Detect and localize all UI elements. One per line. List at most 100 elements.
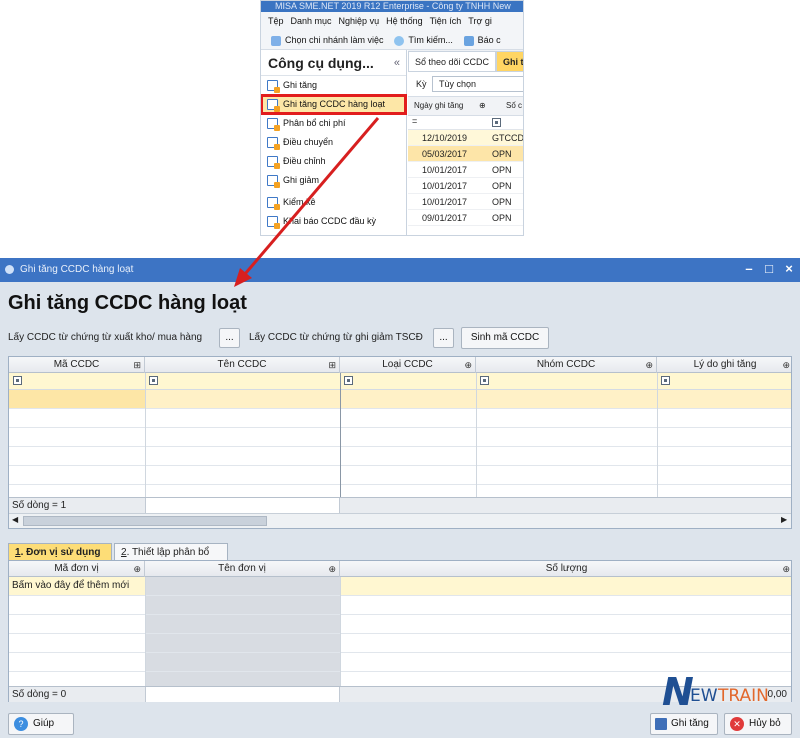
- col-number[interactable]: Số c: [506, 97, 522, 115]
- maximize-icon[interactable]: □: [762, 261, 776, 276]
- col-label: Loại CCDC: [382, 359, 433, 370]
- scroll-left-icon[interactable]: ◀: [12, 515, 18, 524]
- col-ten-don-vi[interactable]: Tên đơn vị ⊕: [145, 561, 340, 577]
- tab-so-theo-doi[interactable]: Sổ theo dõi CCDC: [408, 51, 497, 71]
- document-icon: [267, 156, 280, 169]
- menu-file[interactable]: Tệp: [268, 12, 284, 30]
- col-divider: [476, 373, 477, 497]
- nav-label: Ghi tăng: [283, 80, 318, 90]
- col-ly-do[interactable]: Lý do ghi tăng ⊕: [657, 357, 793, 373]
- col-date[interactable]: Ngày ghi tăng: [414, 97, 463, 115]
- scroll-right-icon[interactable]: ▶: [781, 515, 787, 524]
- from-reduce-button[interactable]: ...: [433, 328, 454, 348]
- tab-ghi-tang[interactable]: Ghi t: [496, 51, 523, 71]
- voucher-row[interactable]: 09/01/2017 OPN: [408, 210, 523, 226]
- period-select[interactable]: Tùy chọn: [432, 76, 523, 92]
- cell-ma-ccdc[interactable]: [9, 390, 145, 408]
- menu-help[interactable]: Trợ gi: [468, 12, 492, 30]
- nav-dieu-chinh[interactable]: Điều chỉnh: [261, 152, 406, 171]
- save-label: Ghi tăng: [671, 718, 709, 729]
- cancel-button[interactable]: ✕ Hủy bỏ: [724, 713, 792, 735]
- window-icon: [5, 265, 14, 274]
- document-icon: [267, 175, 280, 188]
- page-title: Ghi tăng CCDC hàng loạt: [8, 292, 247, 314]
- save-button[interactable]: Ghi tăng: [650, 713, 718, 735]
- nav-ghi-tang-hang-loat[interactable]: Ghi tăng CCDC hàng loạt: [261, 94, 407, 115]
- cell-date: 12/10/2019: [422, 133, 468, 143]
- ccdc-row[interactable]: [9, 409, 791, 428]
- add-new-row[interactable]: Bấm vào đây để thêm mới: [9, 577, 791, 596]
- col-label: Nhóm CCDC: [536, 359, 596, 370]
- col-ten-ccdc[interactable]: Tên CCDC ⊞: [145, 357, 340, 373]
- voucher-row[interactable]: 05/03/2017 OPN: [408, 146, 523, 162]
- menu-operations[interactable]: Nghiệp vụ: [339, 12, 380, 30]
- app-title-bar: MISA SME.NET 2019 R12 Enterprise - Công …: [261, 1, 523, 12]
- from-export-button[interactable]: ...: [219, 328, 240, 348]
- nav-ghi-giam[interactable]: Ghi giảm: [261, 171, 406, 190]
- period-row: Kỳ Tùy chọn: [408, 72, 523, 96]
- menu-system[interactable]: Hệ thống: [386, 12, 423, 30]
- horizontal-scrollbar[interactable]: ◀ ▶: [9, 513, 791, 528]
- filter-icon[interactable]: [13, 376, 22, 385]
- nav-khai-bao[interactable]: Khai báo CCDC đầu kỳ: [261, 212, 406, 231]
- ccdc-row[interactable]: [9, 428, 791, 447]
- col-so-luong[interactable]: Số lượng ⊕: [340, 561, 793, 577]
- voucher-row[interactable]: 10/01/2017 OPN: [408, 194, 523, 210]
- cancel-label: Hủy bỏ: [749, 718, 781, 729]
- scroll-thumb[interactable]: [23, 516, 267, 526]
- unit-row[interactable]: [9, 596, 791, 615]
- filter-icon[interactable]: [480, 376, 489, 385]
- filter-icon[interactable]: [149, 376, 158, 385]
- unit-grid-header: Mã đơn vị ⊕ Tên đơn vị ⊕ Số lượng ⊕: [9, 561, 791, 577]
- cell-code: OPN: [492, 181, 512, 191]
- left-panel-header: Công cụ dụng... «: [261, 50, 406, 76]
- col-nhom-ccdc[interactable]: Nhóm CCDC ⊕: [476, 357, 657, 373]
- filter-icon[interactable]: [661, 376, 670, 385]
- voucher-row[interactable]: 12/10/2019 GTCCD: [408, 130, 523, 146]
- col-ma-don-vi[interactable]: Mã đơn vị ⊕: [9, 561, 145, 577]
- unit-row[interactable]: [9, 634, 791, 653]
- menu-catalog[interactable]: Danh mục: [291, 12, 332, 30]
- add-new-hint[interactable]: Bấm vào đây để thêm mới: [12, 580, 129, 591]
- nav-ghi-tang[interactable]: Ghi tăng: [261, 76, 406, 95]
- period-label: Kỳ: [416, 79, 427, 89]
- nav-dieu-chuyen[interactable]: Điều chuyển: [261, 133, 406, 152]
- document-icon: [267, 137, 280, 150]
- nav-kiem-ke[interactable]: Kiểm kê: [261, 193, 406, 212]
- form-toolbar: Lấy CCDC từ chứng từ xuất kho/ mua hàng …: [0, 327, 800, 350]
- document-icon: [267, 216, 280, 229]
- logo-text: TRAIN: [718, 686, 769, 706]
- search-button[interactable]: Tìm kiếm...: [394, 30, 453, 49]
- ccdc-row[interactable]: [9, 390, 791, 409]
- filter-icon[interactable]: [492, 118, 501, 127]
- minimize-icon[interactable]: –: [742, 261, 756, 276]
- voucher-row[interactable]: 10/01/2017 OPN: [408, 178, 523, 194]
- tab-thiet-lap-phan-bo[interactable]: 2. Thiết lập phân bổ: [114, 543, 228, 561]
- col-ma-ccdc[interactable]: Mã CCDC ⊞: [9, 357, 145, 373]
- search-label: Tìm kiếm...: [408, 35, 453, 45]
- gen-code-button[interactable]: Sinh mã CCDC: [461, 327, 549, 349]
- nav-phan-bo[interactable]: Phân bổ chi phí: [261, 114, 406, 133]
- menu-utilities[interactable]: Tiện ích: [430, 12, 462, 30]
- branch-button[interactable]: Chọn chi nhánh làm việc: [271, 30, 384, 49]
- col-loai-ccdc[interactable]: Loại CCDC ⊕: [340, 357, 476, 373]
- col-label: Tên CCDC: [217, 359, 267, 370]
- voucher-row[interactable]: 10/01/2017 OPN: [408, 162, 523, 178]
- filter-icon[interactable]: [344, 376, 353, 385]
- row-count: Số dòng = 0: [12, 689, 67, 700]
- ccdc-row[interactable]: [9, 447, 791, 466]
- help-button[interactable]: ? Giúp: [8, 713, 74, 735]
- cancel-icon: ✕: [730, 717, 744, 731]
- collapse-icon[interactable]: «: [394, 57, 400, 69]
- ccdc-row[interactable]: [9, 466, 791, 485]
- col-divider: [340, 373, 341, 513]
- unit-row[interactable]: [9, 615, 791, 634]
- close-icon[interactable]: ×: [782, 261, 796, 276]
- report-button[interactable]: Báo c: [463, 30, 501, 49]
- pin-icon: ⊕: [133, 564, 141, 574]
- col-divider: [145, 373, 146, 497]
- cell-code: OPN: [492, 149, 512, 159]
- pin-icon: ⊕: [782, 564, 790, 574]
- report-label: Báo c: [477, 35, 501, 45]
- tab-don-vi-su-dung[interactable]: 1. Đơn vị sử dụng: [8, 543, 112, 561]
